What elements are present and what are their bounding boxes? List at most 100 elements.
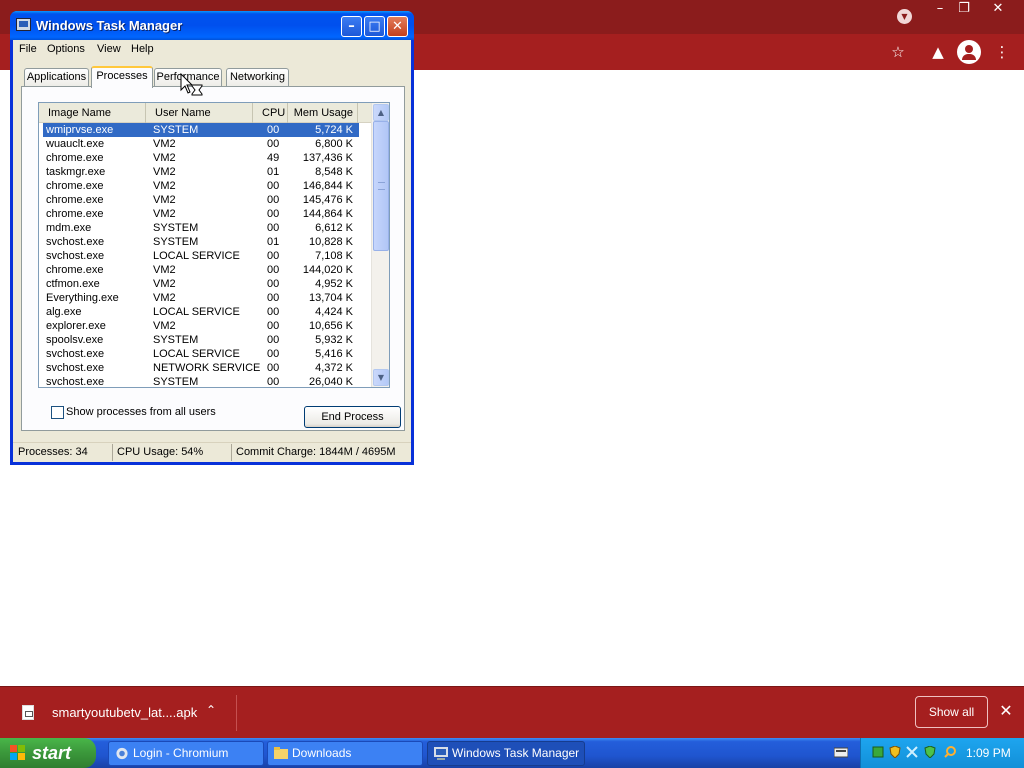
taskbar-button-task-manager[interactable]: Windows Task Manager [427, 741, 585, 766]
maximize-icon[interactable]: □ [364, 16, 385, 37]
process-cpu: 00 [267, 278, 280, 290]
table-row[interactable]: svchost.exe LOCAL SERVICE 00 5,416 K [43, 347, 359, 361]
show-all-users-label: Show processes from all users [66, 406, 216, 418]
table-row[interactable]: svchost.exe SYSTEM 00 26,040 K [43, 375, 359, 387]
scroll-up-arrow-icon[interactable]: ▲ [373, 104, 389, 121]
table-row[interactable]: svchost.exe NETWORK SERVICE 00 4,372 K [43, 361, 359, 375]
process-cpu: 00 [267, 208, 280, 220]
tab-applications[interactable]: Applications [24, 68, 89, 87]
flask-icon[interactable]: ▲ [926, 40, 950, 64]
security-shield-icon[interactable] [889, 746, 901, 758]
table-row[interactable]: taskmgr.exe VM2 01 8,548 K [43, 165, 359, 179]
download-divider [236, 695, 237, 731]
column-image-name[interactable]: Image Name [39, 103, 146, 123]
keyboard-icon[interactable] [834, 746, 848, 758]
process-user-name: LOCAL SERVICE [153, 250, 240, 262]
restore-icon[interactable]: ❐ [950, 0, 978, 18]
process-mem-usage: 4,372 K [315, 362, 353, 374]
column-user-name[interactable]: User Name [146, 103, 253, 123]
process-cpu: 01 [267, 236, 280, 248]
process-cpu: 00 [267, 376, 280, 387]
scissors-icon[interactable] [906, 746, 918, 758]
table-row[interactable]: spoolsv.exe SYSTEM 00 5,932 K [43, 333, 359, 347]
table-row[interactable]: mdm.exe SYSTEM 00 6,612 K [43, 221, 359, 235]
tab-networking[interactable]: Networking [226, 68, 289, 87]
table-row[interactable]: chrome.exe VM2 49 137,436 K [43, 151, 359, 165]
process-image-name: spoolsv.exe [46, 334, 104, 346]
process-cpu: 00 [267, 250, 280, 262]
task-manager-window: Windows Task Manager – □ ✕ File Options … [10, 11, 414, 465]
menu-kebab-icon[interactable]: ⋮ [990, 40, 1014, 64]
process-image-name: wmiprvse.exe [46, 124, 114, 136]
chevron-up-icon[interactable]: ⌃ [206, 703, 216, 717]
status-commit-charge: Commit Charge: 1844M / 4695M [236, 446, 396, 458]
process-user-name: LOCAL SERVICE [153, 348, 240, 360]
table-row[interactable]: svchost.exe SYSTEM 01 10,828 K [43, 235, 359, 249]
process-image-name: wuauclt.exe [46, 138, 105, 150]
table-row[interactable]: chrome.exe VM2 00 144,864 K [43, 207, 359, 221]
table-row[interactable]: ctfmon.exe VM2 00 4,952 K [43, 277, 359, 291]
process-mem-usage: 10,656 K [308, 320, 353, 332]
show-all-downloads-button[interactable]: Show all [915, 696, 988, 728]
download-item[interactable]: smartyoutubetv_lat....apk ⌃ [10, 693, 228, 733]
folder-icon [274, 747, 288, 759]
taskbar-button-downloads[interactable]: Downloads [267, 741, 423, 766]
window-title: Windows Task Manager [36, 18, 183, 33]
process-cpu: 00 [267, 138, 280, 150]
search-magnifier-icon[interactable] [944, 746, 956, 758]
download-filename: smartyoutubetv_lat....apk [52, 705, 198, 720]
menu-options[interactable]: Options [47, 43, 85, 55]
task-manager-icon [16, 18, 31, 31]
tab-processes[interactable]: Processes [91, 66, 153, 88]
bookmark-star-icon[interactable]: ☆ [886, 40, 910, 64]
process-user-name: VM2 [153, 208, 176, 220]
process-user-name: SYSTEM [153, 334, 199, 346]
table-row[interactable]: wuauclt.exe VM2 00 6,800 K [43, 137, 359, 151]
table-row[interactable]: alg.exe LOCAL SERVICE 00 4,424 K [43, 305, 359, 319]
scrollbar-thumb[interactable] [373, 121, 389, 251]
end-process-button[interactable]: End Process [304, 406, 401, 428]
process-image-name: chrome.exe [46, 180, 104, 192]
minimize-icon[interactable]: – [341, 16, 362, 37]
process-image-name: Everything.exe [46, 292, 119, 304]
profile-avatar-icon[interactable] [957, 40, 981, 64]
scrollbar-grip [378, 182, 385, 190]
table-row[interactable]: chrome.exe VM2 00 146,844 K [43, 179, 359, 193]
scroll-down-arrow-icon[interactable]: ▼ [373, 369, 389, 386]
close-icon[interactable]: ✕ [984, 0, 1012, 18]
close-download-bar-icon[interactable]: ✕ [997, 702, 1015, 720]
process-user-name: VM2 [153, 292, 176, 304]
table-row[interactable]: explorer.exe VM2 00 10,656 K [43, 319, 359, 333]
table-row[interactable]: Everything.exe VM2 00 13,704 K [43, 291, 359, 305]
table-row[interactable]: chrome.exe VM2 00 144,020 K [43, 263, 359, 277]
menu-help[interactable]: Help [131, 43, 154, 55]
column-cpu[interactable]: CPU [253, 103, 288, 123]
process-mem-usage: 5,416 K [315, 348, 353, 360]
process-cpu: 00 [267, 334, 280, 346]
column-mem-usage[interactable]: Mem Usage [288, 103, 358, 123]
process-mem-usage: 7,108 K [315, 250, 353, 262]
taskbar-button-label: Downloads [292, 746, 352, 760]
network-icon[interactable] [872, 746, 884, 758]
tab-search-icon[interactable]: ▼ [897, 9, 912, 24]
clock[interactable]: 1:09 PM [966, 746, 1011, 760]
taskbar-button-chromium[interactable]: Login - Chromium [108, 741, 264, 766]
process-user-name: SYSTEM [153, 376, 199, 387]
table-row[interactable]: chrome.exe VM2 00 145,476 K [43, 193, 359, 207]
task-manager-titlebar[interactable]: Windows Task Manager – □ ✕ [10, 11, 414, 40]
process-cpu: 01 [267, 166, 280, 178]
table-row[interactable]: svchost.exe LOCAL SERVICE 00 7,108 K [43, 249, 359, 263]
process-image-name: chrome.exe [46, 264, 104, 276]
taskbar-button-label: Login - Chromium [133, 746, 229, 760]
menu-file[interactable]: File [19, 43, 37, 55]
table-row[interactable]: wmiprvse.exe SYSTEM 00 5,724 K [43, 123, 359, 137]
process-image-name: svchost.exe [46, 348, 105, 360]
vertical-scrollbar[interactable]: ▲ ▼ [371, 103, 389, 387]
shield-green-icon[interactable] [924, 746, 936, 758]
process-mem-usage: 26,040 K [308, 376, 353, 387]
process-image-name: chrome.exe [46, 152, 104, 164]
menu-view[interactable]: View [97, 43, 121, 55]
close-icon[interactable]: ✕ [387, 16, 408, 37]
process-list[interactable]: Image Name User Name CPU Mem Usage wmipr… [38, 102, 390, 388]
show-all-users-checkbox[interactable] [51, 406, 64, 419]
